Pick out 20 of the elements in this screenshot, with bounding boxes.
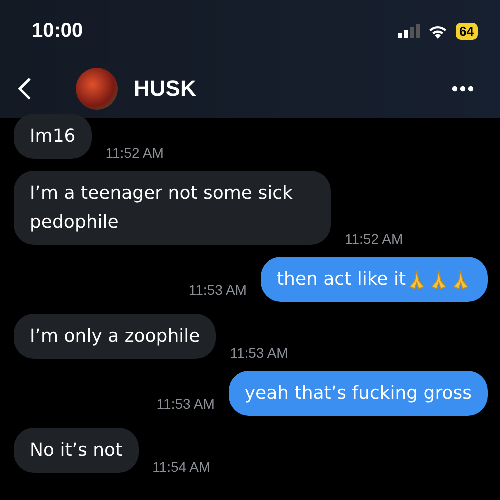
status-time: 10:00 [32, 20, 84, 42]
wifi-icon [428, 24, 448, 38]
sent-message: yeah that’s fucking gross [228, 371, 488, 416]
message-time: 11:52 AM [106, 145, 164, 161]
message-time: 11:53 AM [188, 282, 247, 298]
message-time: 11:52 AM [345, 231, 404, 247]
received-message: I’m only a zoophile [14, 314, 216, 359]
more-icon[interactable] [452, 86, 474, 92]
avatar [76, 68, 118, 110]
sent-message: then act like it [260, 257, 488, 302]
contact-name: HUSK [134, 76, 198, 102]
received-message: Im16 [14, 114, 92, 159]
message-time: 11:53 AM [230, 345, 288, 361]
signal-icon [398, 24, 420, 38]
received-message: No it’s not [14, 428, 139, 473]
back-icon[interactable] [18, 77, 32, 101]
received-message: I’m a teenager not some sick pedophile [14, 171, 331, 245]
battery-level: 64 [456, 22, 478, 40]
message-time: 11:53 AM [156, 396, 215, 412]
message-time: 11:54 AM [152, 459, 211, 475]
